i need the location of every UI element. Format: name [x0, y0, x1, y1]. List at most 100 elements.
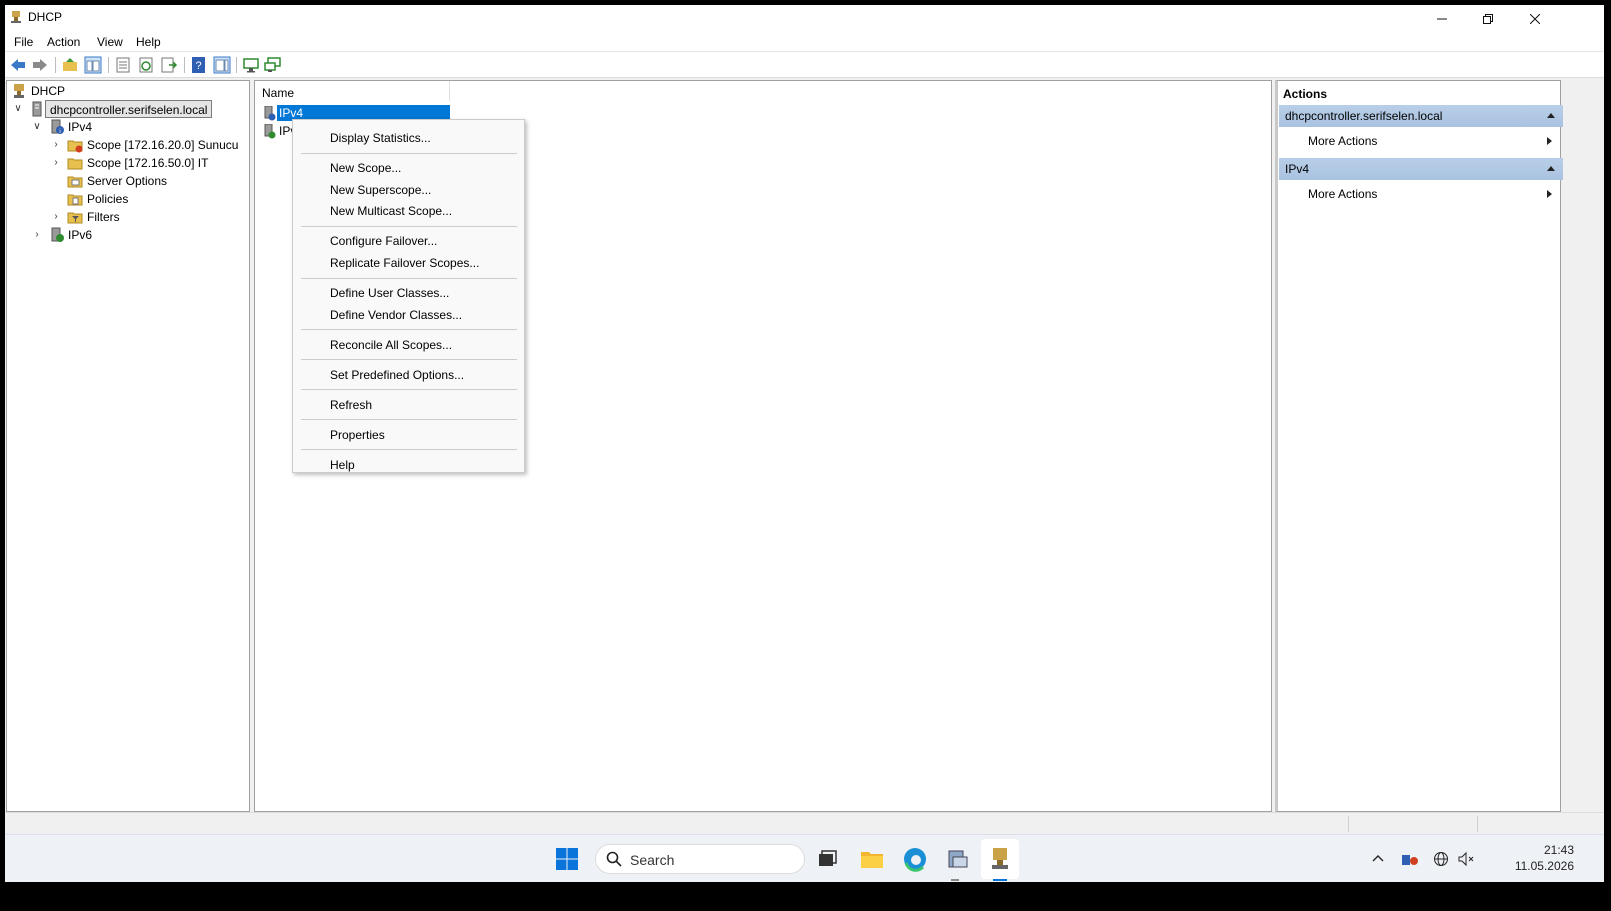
more-actions-ipv4[interactable]: More Actions — [1308, 187, 1377, 201]
chevron-right-icon[interactable]: › — [32, 230, 42, 240]
menu-item-new-scope[interactable]: New Scope... — [330, 161, 401, 175]
chevron-down-icon[interactable]: ∨ — [32, 122, 42, 132]
menu-separator — [301, 389, 517, 390]
menu-item-define-vendor-classes[interactable]: Define Vendor Classes... — [330, 308, 462, 322]
dhcp-app-icon — [11, 11, 21, 23]
network-globe-icon[interactable] — [1433, 851, 1449, 867]
chevron-down-icon[interactable]: ∨ — [13, 104, 23, 114]
forward-icon[interactable] — [31, 56, 49, 74]
screen: DHCP File Action View Help ? DHCP ∨ dhcp… — [5, 5, 1604, 906]
tree-label-ipv4: IPv4 — [68, 120, 93, 134]
screen-border — [5, 882, 1604, 906]
actions-section-ipv4[interactable]: IPv4 — [1279, 158, 1563, 180]
svg-text:?: ? — [195, 60, 201, 72]
show-hide-tree-icon[interactable] — [84, 56, 102, 74]
task-view-icon[interactable] — [813, 845, 841, 873]
tree-label-policies: Policies — [87, 192, 129, 206]
clock-time[interactable]: 21:43 — [1514, 843, 1574, 857]
toolbar-separator — [55, 57, 56, 73]
dhcp-root-icon — [14, 84, 24, 98]
tree-item-ipv6[interactable]: › IPv6 — [7, 226, 247, 244]
menu-item-set-predefined-options[interactable]: Set Predefined Options... — [330, 368, 464, 382]
monitor-icon[interactable] — [242, 56, 260, 74]
tree-item-ipv4[interactable]: ∨ i IPv4 — [7, 118, 247, 136]
close-button[interactable] — [1512, 5, 1558, 32]
tree-label-server: dhcpcontroller.serifselen.local — [45, 100, 213, 118]
collapse-up-icon[interactable] — [1547, 113, 1555, 118]
show-hide-action-pane-icon[interactable] — [213, 56, 231, 74]
menu-bar: File Action View Help — [5, 32, 1604, 52]
tree-label-ipv6: IPv6 — [68, 228, 93, 242]
up-folder-icon[interactable] — [61, 56, 79, 74]
actions-section-ipv4-label: IPv4 — [1285, 162, 1310, 176]
search-icon — [606, 851, 622, 867]
actions-section-server[interactable]: dhcpcontroller.serifselen.local — [1279, 105, 1563, 127]
menu-item-refresh[interactable]: Refresh — [330, 398, 372, 412]
clock-date[interactable]: 11.05.2026 — [1486, 859, 1574, 873]
chevron-up-icon[interactable] — [1371, 852, 1385, 866]
tree-item-server-options[interactable]: Server Options — [7, 172, 247, 190]
status-separator — [1477, 816, 1478, 832]
menu-item-configure-failover[interactable]: Configure Failover... — [330, 234, 437, 248]
restore-button[interactable] — [1465, 5, 1511, 32]
ipv4-icon: i — [51, 119, 64, 135]
minimize-button[interactable] — [1419, 5, 1465, 32]
chevron-right-icon[interactable]: › — [51, 158, 61, 168]
tree-item-policies[interactable]: Policies — [7, 190, 247, 208]
running-indicator — [951, 879, 959, 881]
server-icon — [32, 101, 42, 117]
menu-item-new-superscope[interactable]: New Superscope... — [330, 183, 431, 197]
menu-item-replicate-failover[interactable]: Replicate Failover Scopes... — [330, 256, 479, 270]
properties-icon[interactable] — [114, 56, 132, 74]
menu-help[interactable]: Help — [136, 35, 161, 49]
toolbar-separator — [236, 57, 237, 73]
submenu-arrow-icon — [1547, 137, 1552, 145]
menu-view[interactable]: View — [97, 35, 123, 49]
authorize-server-icon[interactable] — [264, 56, 282, 74]
help-icon[interactable]: ? — [190, 56, 208, 74]
minimize-icon — [1437, 18, 1447, 19]
menu-action[interactable]: Action — [47, 35, 80, 49]
menu-separator — [301, 419, 517, 420]
collapse-up-icon[interactable] — [1547, 166, 1555, 171]
column-header-name[interactable]: Name — [255, 81, 450, 101]
actions-section-server-label: dhcpcontroller.serifselen.local — [1285, 109, 1443, 123]
tree-item-filters[interactable]: › Filters — [7, 208, 247, 226]
menu-item-define-user-classes[interactable]: Define User Classes... — [330, 286, 449, 300]
chevron-right-icon[interactable]: › — [51, 212, 61, 222]
menu-separator — [301, 329, 517, 330]
defender-icon[interactable] — [1401, 851, 1419, 867]
windows-start-icon[interactable] — [553, 845, 581, 873]
tree-item-scope-2[interactable]: › Scope [172.16.50.0] IT — [7, 154, 247, 172]
menu-item-display-statistics[interactable]: Display Statistics... — [330, 131, 431, 145]
menu-separator — [301, 278, 517, 279]
scope-warning-icon — [67, 140, 83, 153]
dhcp-taskbar-icon[interactable] — [986, 845, 1014, 873]
menu-item-help[interactable]: Help — [330, 458, 355, 472]
taskbar-search[interactable]: Search — [595, 844, 805, 874]
window-title: DHCP — [28, 10, 63, 24]
ipv6-icon — [264, 124, 276, 139]
svg-text:i: i — [59, 129, 60, 135]
console-tree: DHCP ∨ dhcpcontroller.serifselen.local ∨… — [6, 80, 250, 812]
file-explorer-icon[interactable] — [858, 845, 886, 873]
tree-item-server[interactable]: ∨ dhcpcontroller.serifselen.local — [7, 100, 247, 118]
chevron-right-icon[interactable]: › — [51, 140, 61, 150]
edge-browser-icon[interactable] — [901, 845, 929, 873]
menu-separator — [301, 226, 517, 227]
more-actions-server[interactable]: More Actions — [1308, 134, 1377, 148]
back-icon[interactable] — [9, 56, 27, 74]
volume-muted-icon[interactable] — [1457, 851, 1475, 867]
export-list-icon[interactable] — [160, 56, 178, 74]
menu-item-new-multicast-scope[interactable]: New Multicast Scope... — [330, 204, 452, 218]
menu-item-properties[interactable]: Properties — [330, 428, 385, 442]
menu-item-reconcile[interactable]: Reconcile All Scopes... — [330, 338, 452, 352]
status-bar — [5, 812, 1604, 834]
menu-file[interactable]: File — [14, 35, 33, 49]
tree-item-scope-1[interactable]: › Scope [172.16.20.0] Sunucu — [7, 136, 247, 154]
toolbar-separator — [184, 57, 185, 73]
scope-folder-icon — [67, 158, 83, 170]
server-manager-icon[interactable] — [944, 845, 972, 873]
tree-item-dhcp[interactable]: DHCP — [7, 82, 247, 100]
refresh-icon[interactable] — [137, 56, 155, 74]
